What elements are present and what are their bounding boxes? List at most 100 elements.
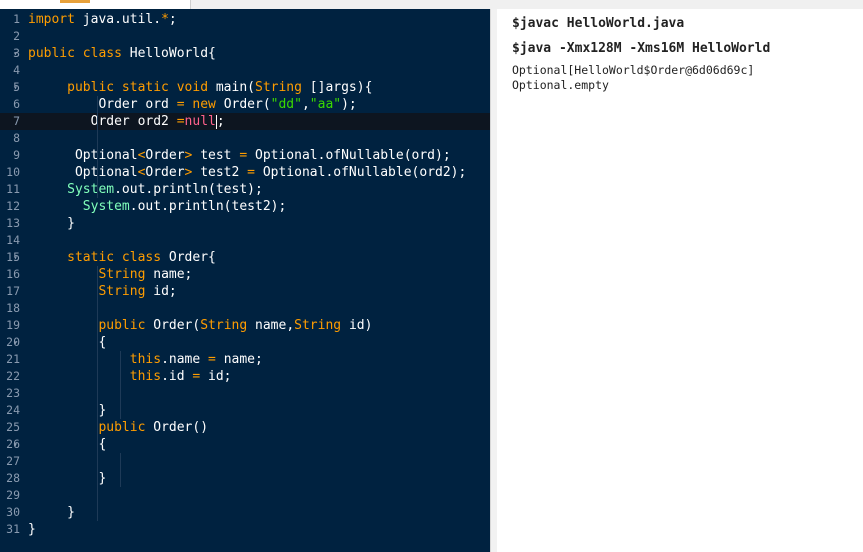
code-line[interactable]: 9 Optional<Order> test = Optional.ofNull… <box>0 147 490 164</box>
code-line[interactable]: 26 ▾ { <box>0 436 490 453</box>
code-line[interactable]: 11 System.out.println(test); <box>0 181 490 198</box>
line-number: 27 <box>6 454 20 468</box>
code-line[interactable]: 6 Order ord = new Order("dd","aa"); <box>0 96 490 113</box>
code-token: Order( <box>153 318 201 333</box>
code-line[interactable]: 16 String name; <box>0 266 490 283</box>
code-editor[interactable]: 1 import java.util.*; 2 3 ▾ public class Hell… <box>0 9 490 552</box>
line-number: 2 <box>13 29 20 43</box>
code-line[interactable]: 21 this.name = name; <box>0 351 490 368</box>
code-line[interactable]: 14 <box>0 232 490 249</box>
compile-command: $javac HelloWorld.java <box>512 16 685 31</box>
code-line[interactable]: 8 <box>0 130 490 147</box>
code-text: public Order(String name,String id) <box>28 317 372 334</box>
output-line-2: Optional.empty <box>512 78 609 92</box>
code-line[interactable]: 24 } <box>0 402 490 419</box>
code-line[interactable]: 18 <box>0 300 490 317</box>
code-token: name; <box>223 352 263 367</box>
indent-guide <box>97 266 98 521</box>
code-text: this.name = name; <box>28 351 263 368</box>
code-text: Order ord2 =null; <box>28 113 225 130</box>
code-token: = <box>247 165 263 180</box>
code-token: public <box>98 318 154 333</box>
line-number: 6 <box>13 97 20 111</box>
code-line[interactable]: 27 <box>0 453 490 470</box>
code-token: String <box>98 284 146 299</box>
code-token: test2 <box>192 165 248 180</box>
line-number: 24 <box>6 403 20 417</box>
code-token: import <box>28 12 83 27</box>
code-token: "dd" <box>270 97 302 112</box>
line-number: 1 <box>13 12 20 26</box>
code-line[interactable]: 4 <box>0 62 490 79</box>
line-number: 14 <box>6 233 20 247</box>
code-line[interactable]: 7 Order ord2 =null; <box>0 113 490 130</box>
code-line[interactable]: 25 public Order() <box>0 419 490 436</box>
code-token: id; <box>145 284 177 299</box>
code-token: Order() <box>153 420 209 435</box>
code-token: test <box>192 148 240 163</box>
code-line[interactable]: 3 ▾ public class HelloWorld{ <box>0 45 490 62</box>
code-line[interactable]: 28 } <box>0 470 490 487</box>
code-line[interactable]: 20 ▾ { <box>0 334 490 351</box>
code-token: this <box>129 369 162 384</box>
indent-guide <box>97 96 98 198</box>
code-token: = <box>208 352 224 367</box>
line-number: 11 <box>6 182 20 196</box>
code-text: } <box>28 402 106 419</box>
code-token: Optional.ofNullable(ord); <box>255 148 451 163</box>
code-line[interactable]: 1 import java.util.*; <box>0 11 490 28</box>
code-line[interactable]: 2 <box>0 28 490 45</box>
code-token: System <box>67 182 115 197</box>
code-token: Order{ <box>168 250 216 265</box>
code-text: import java.util.*; <box>28 11 177 28</box>
code-line[interactable]: 12 System.out.println(test2); <box>0 198 490 215</box>
code-token: .out.println(test); <box>114 182 263 197</box>
fold-toggle-icon[interactable]: ▾ <box>13 334 21 351</box>
code-token: id) <box>341 318 373 333</box>
code-line[interactable]: 10 Optional<Order> test2 = Optional.ofNu… <box>0 164 490 181</box>
code-token: * <box>161 12 169 27</box>
code-line[interactable]: 30 } <box>0 504 490 521</box>
code-line[interactable]: 23 <box>0 385 490 402</box>
code-token: .out.println(test2); <box>129 199 287 214</box>
code-line[interactable]: 13 } <box>0 215 490 232</box>
fold-toggle-icon[interactable]: ▾ <box>13 436 21 453</box>
code-text: public class HelloWorld{ <box>28 45 216 62</box>
fold-toggle-icon[interactable]: ▾ <box>13 79 21 96</box>
line-number: 28 <box>6 471 20 485</box>
line-number: 21 <box>6 352 20 366</box>
code-token: { <box>28 437 107 452</box>
code-line[interactable]: 22 this.id = id; <box>0 368 490 385</box>
line-number: 9 <box>13 148 20 162</box>
code-line[interactable]: 15 ▾ static class Order{ <box>0 249 490 266</box>
code-line[interactable]: 17 String id; <box>0 283 490 300</box>
code-line[interactable]: 19 public Order(String name,String id) <box>0 317 490 334</box>
code-line[interactable]: 29 <box>0 487 490 504</box>
code-token: String <box>98 267 146 282</box>
code-token: public class <box>28 46 130 61</box>
fold-toggle-icon[interactable]: ▾ <box>13 45 21 62</box>
code-text: System.out.println(test2); <box>28 198 287 215</box>
code-token: { <box>28 335 107 350</box>
tab-file[interactable] <box>0 0 191 9</box>
code-token: "aa" <box>309 97 342 112</box>
line-number: 17 <box>6 284 20 298</box>
code-token: , <box>301 97 310 112</box>
fold-toggle-icon[interactable]: ▾ <box>13 249 21 266</box>
code-text: Order ord = new Order("dd","aa"); <box>28 96 356 113</box>
code-text: String name; <box>28 266 192 283</box>
code-line[interactable]: 5 ▾ public static void main(String []args… <box>0 79 490 96</box>
code-token: Optional <box>28 148 138 163</box>
code-text: String id; <box>28 283 177 300</box>
code-token: HelloWorld{ <box>129 46 216 61</box>
pane-splitter[interactable] <box>490 9 497 552</box>
code-token: System <box>82 199 130 214</box>
code-token: Order ord <box>28 97 177 112</box>
code-line[interactable]: 31} <box>0 521 490 538</box>
code-text: public Order() <box>28 419 208 436</box>
